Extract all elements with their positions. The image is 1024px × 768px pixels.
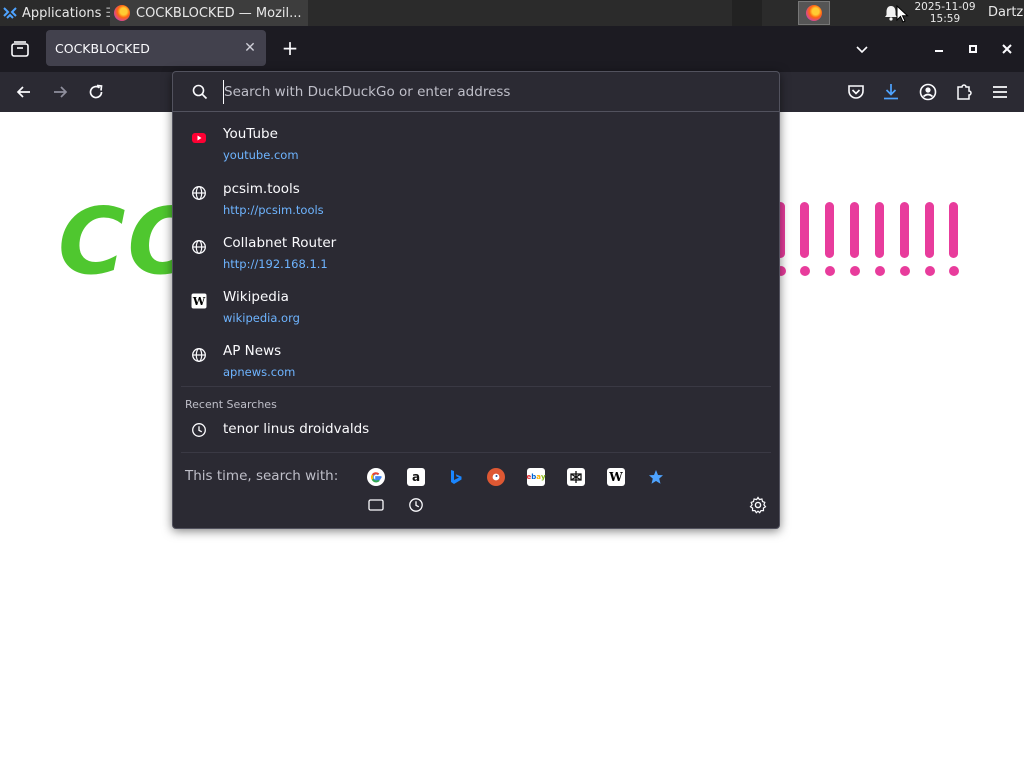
oneoff-label: This time, search with: bbox=[185, 468, 339, 484]
forward-arrow-icon bbox=[54, 86, 68, 98]
exclamation-mark bbox=[949, 202, 959, 276]
hamburger-icon bbox=[993, 86, 1007, 98]
taskbar-window-button[interactable]: COCKBLOCKED — Mozil... bbox=[110, 0, 308, 26]
puzzle-icon bbox=[957, 84, 972, 100]
exclamation-mark bbox=[925, 202, 935, 276]
result-title: Wikipedia bbox=[223, 289, 289, 305]
exclamation-mark bbox=[900, 202, 910, 276]
account-icon bbox=[919, 83, 937, 101]
globe-icon bbox=[192, 348, 206, 362]
exclamation-mark bbox=[825, 202, 835, 276]
history-icon[interactable] bbox=[407, 496, 425, 514]
bing-icon[interactable] bbox=[447, 468, 465, 486]
downloads-button[interactable] bbox=[880, 81, 902, 103]
forward-button[interactable] bbox=[49, 81, 71, 103]
result-url: youtube.com bbox=[223, 148, 299, 162]
results-divider bbox=[181, 386, 771, 387]
maximize-button[interactable] bbox=[962, 38, 984, 60]
result-url: http://192.168.1.1 bbox=[223, 257, 328, 271]
ebay-icon[interactable]: ebay bbox=[526, 468, 546, 486]
exclamation-mark bbox=[875, 202, 885, 276]
urlbar-dropdown: YouTube youtube.com pcsim.tools http://p… bbox=[172, 71, 780, 529]
back-arrow-icon bbox=[16, 86, 30, 98]
minimize-button[interactable] bbox=[928, 38, 950, 60]
pocket-button[interactable] bbox=[845, 81, 867, 103]
result-url: http://pcsim.tools bbox=[223, 203, 324, 217]
reload-icon bbox=[89, 84, 103, 99]
wikipedia-icon[interactable]: W bbox=[607, 468, 625, 486]
bookmarks-icon[interactable] bbox=[647, 468, 665, 486]
tab-close-icon[interactable]: ✕ bbox=[242, 40, 258, 56]
back-button[interactable] bbox=[13, 81, 35, 103]
maximize-icon bbox=[969, 45, 977, 53]
result-title: AP News bbox=[223, 343, 282, 359]
result-title: YouTube bbox=[223, 126, 278, 142]
google-icon[interactable] bbox=[367, 468, 385, 486]
tab-title: COCKBLOCKED bbox=[55, 40, 150, 56]
menu-button[interactable] bbox=[989, 81, 1011, 103]
url-result-item[interactable]: Collabnet Router http://192.168.1.1 bbox=[181, 233, 771, 285]
result-url: apnews.com bbox=[223, 365, 296, 379]
recent-search-item[interactable]: tenor linus droidvalds bbox=[181, 416, 771, 444]
globe-icon bbox=[192, 240, 206, 254]
clock[interactable]: 2025-11-09 15:59 bbox=[906, 1, 984, 25]
oneoff-divider bbox=[181, 452, 771, 453]
exclamation-mark bbox=[850, 202, 860, 276]
taskbar: Applications ☰ COCKBLOCKED — Mozil... 20… bbox=[0, 0, 1024, 26]
result-title: Collabnet Router bbox=[223, 235, 337, 251]
tabs-icon[interactable] bbox=[367, 496, 385, 514]
download-icon bbox=[884, 84, 898, 100]
applications-label: Applications bbox=[22, 5, 102, 21]
xfce-logo-icon bbox=[3, 7, 17, 19]
new-tab-button[interactable]: + bbox=[280, 38, 300, 58]
firefox-view-icon[interactable] bbox=[10, 40, 30, 58]
user-name[interactable]: Dartz bbox=[988, 0, 1023, 26]
tab-strip: COCKBLOCKED ✕ + bbox=[0, 26, 1024, 72]
mouse-cursor-icon bbox=[896, 5, 909, 23]
urlbar-input-row bbox=[173, 72, 779, 112]
minimize-icon bbox=[935, 50, 943, 52]
search-icon bbox=[192, 84, 208, 100]
clock-date: 2025-11-09 bbox=[914, 1, 976, 13]
globe-icon bbox=[192, 186, 206, 200]
taskbar-window-title: COCKBLOCKED — Mozil... bbox=[136, 5, 302, 21]
perplexity-icon[interactable] bbox=[567, 468, 585, 486]
result-title: pcsim.tools bbox=[223, 181, 300, 197]
reload-button[interactable] bbox=[85, 81, 107, 103]
url-result-item[interactable]: YouTube youtube.com bbox=[181, 124, 771, 176]
url-input[interactable] bbox=[223, 80, 763, 104]
url-result-item[interactable]: W Wikipedia wikipedia.org bbox=[181, 287, 771, 339]
result-url: wikipedia.org bbox=[223, 311, 300, 325]
pocket-icon bbox=[848, 85, 864, 99]
recent-search-title: tenor linus droidvalds bbox=[223, 421, 370, 437]
url-result-item[interactable]: pcsim.tools http://pcsim.tools bbox=[181, 179, 771, 231]
firefox-icon bbox=[114, 5, 130, 21]
amazon-icon[interactable]: a bbox=[407, 468, 425, 486]
search-settings-gear-icon[interactable] bbox=[749, 496, 767, 514]
tray-firefox-button[interactable] bbox=[798, 1, 830, 25]
account-button[interactable] bbox=[917, 81, 939, 103]
tab-active[interactable]: COCKBLOCKED ✕ bbox=[46, 30, 266, 66]
recent-searches-label: Recent Searches bbox=[185, 398, 277, 411]
svg-text:W: W bbox=[192, 295, 206, 308]
close-window-button[interactable] bbox=[996, 38, 1018, 60]
history-clock-icon bbox=[192, 423, 206, 437]
taskbar-spacer bbox=[732, 0, 762, 26]
clock-time: 15:59 bbox=[929, 13, 961, 25]
applications-menu[interactable]: Applications ☰ bbox=[0, 0, 117, 26]
firefox-tray-icon bbox=[806, 5, 822, 21]
close-icon bbox=[1002, 44, 1012, 54]
list-all-tabs-icon[interactable] bbox=[851, 38, 873, 60]
duckduckgo-icon[interactable] bbox=[487, 468, 505, 486]
wikipedia-icon: W bbox=[191, 293, 207, 309]
exclamation-mark bbox=[800, 202, 810, 276]
extensions-button[interactable] bbox=[953, 81, 975, 103]
youtube-icon bbox=[192, 133, 206, 143]
